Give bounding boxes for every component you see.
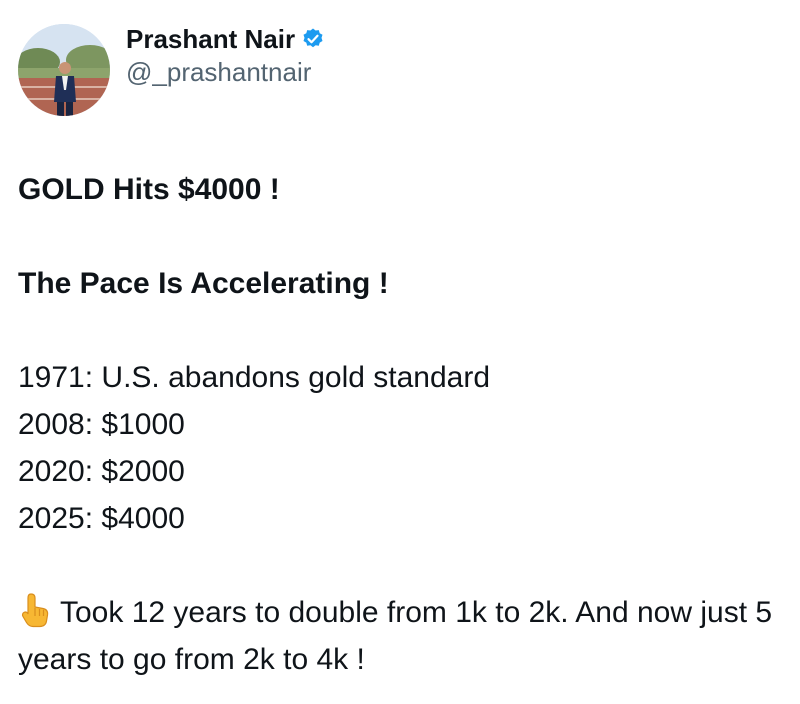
closing-paragraph: Took 12 years to double from 1k to 2k. A… [18,589,788,683]
verified-badge-icon [301,27,325,51]
tweet-header: Prashant Nair @_prashantnair [18,22,325,118]
closing-text: Took 12 years to double from 1k to 2k. A… [18,596,773,676]
tweet-subheadline: The Pace Is Accelerating ! [18,267,389,300]
avatar[interactable] [18,24,110,116]
timeline-item: 1971: U.S. abandons gold standard [18,361,491,394]
display-name[interactable]: Prashant Nair [126,23,295,55]
timeline-item: 2025: $4000 [18,502,185,535]
user-handle[interactable]: @_prashantnair [126,55,325,89]
tweet-text: GOLD Hits $4000 ! The Pace Is Accelerati… [18,166,788,683]
author-info: Prashant Nair @_prashantnair [126,23,325,89]
timeline-item: 2020: $2000 [18,455,185,488]
timeline-item: 2008: $1000 [18,408,185,441]
pointing-up-emoji-icon [18,592,52,628]
tweet-headline: GOLD Hits $4000 ! [18,173,280,206]
name-row: Prashant Nair [126,23,325,55]
avatar-photo [18,24,110,116]
